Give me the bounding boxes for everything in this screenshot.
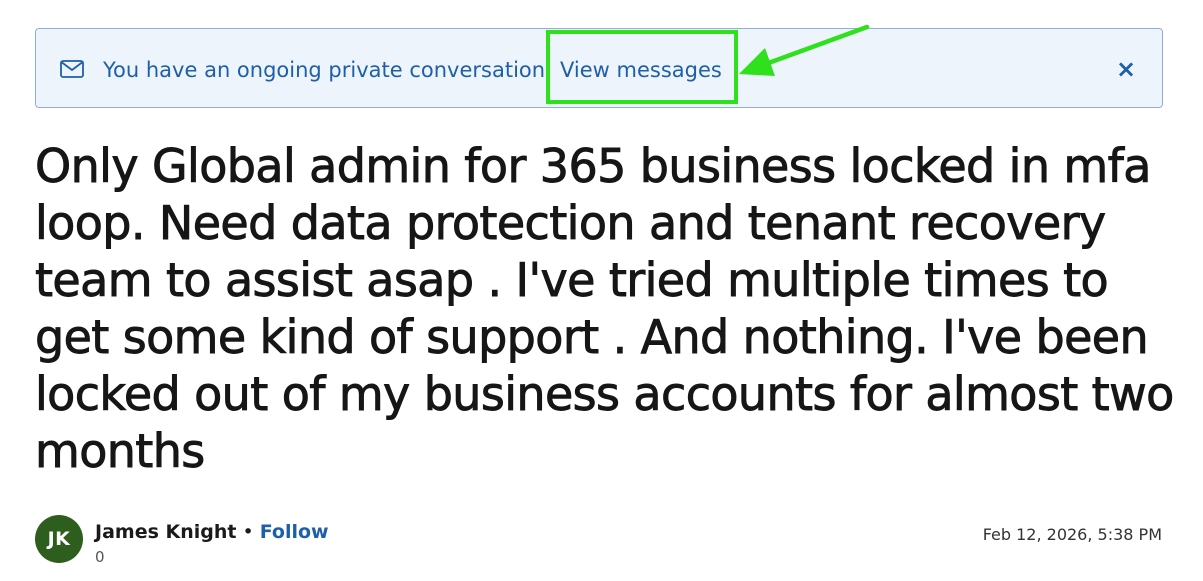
banner-message: You have an ongoing private conversation… <box>103 58 552 82</box>
author-line: James Knight • Follow <box>95 519 329 545</box>
view-messages-link[interactable]: View messages <box>560 56 722 84</box>
author-count: 0 <box>95 548 105 566</box>
author-name[interactable]: James Knight <box>95 521 236 543</box>
close-icon[interactable]: × <box>1114 54 1138 84</box>
mail-icon <box>60 60 84 78</box>
avatar[interactable]: JK <box>35 515 83 563</box>
follow-button[interactable]: Follow <box>260 521 329 543</box>
post-date: Feb 12, 2026, 5:38 PM <box>982 525 1162 544</box>
post-title: Only Global admin for 365 business locke… <box>35 139 1175 479</box>
author-separator: • <box>242 521 254 543</box>
page: You have an ongoing private conversation… <box>0 0 1203 581</box>
private-conversation-banner: You have an ongoing private conversation… <box>35 28 1163 108</box>
